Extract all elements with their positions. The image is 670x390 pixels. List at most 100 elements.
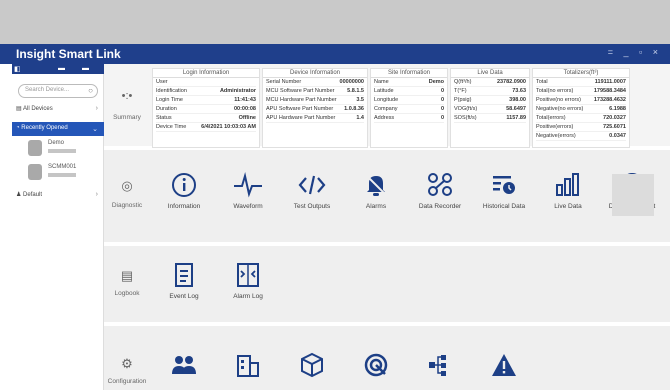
panel-title: Device Information	[263, 69, 367, 78]
panel-title: Login Information	[153, 69, 259, 78]
info-row: Positive(no errors) 173288.4632	[536, 97, 626, 105]
tool-data-recorder[interactable]: Data Recorder	[408, 170, 472, 210]
info-row: Total 119111.0007	[536, 79, 626, 87]
cube-icon	[280, 350, 344, 380]
target-icon	[344, 350, 408, 380]
section-label: Diagnostic	[111, 202, 143, 209]
summary-icon: •:•	[121, 90, 133, 102]
logbook-icon: ▤	[120, 268, 134, 283]
tool-target[interactable]	[344, 350, 408, 380]
tool-historical-data[interactable]: Historical Data	[472, 170, 536, 210]
tool-waveform[interactable]: Waveform	[216, 170, 280, 210]
tool-test-outputs[interactable]: Test Outputs	[280, 170, 344, 210]
tool-alarm-log[interactable]: Alarm Log	[216, 260, 280, 300]
search-placeholder: Search Device...	[25, 87, 70, 93]
panel-title: Site Information	[371, 69, 447, 78]
waveform-icon	[216, 170, 280, 200]
device-icon	[28, 140, 42, 156]
info-row: Total(errors) 720.0327	[536, 115, 626, 123]
users-icon	[152, 350, 216, 380]
live-data-panel: Live Data Q(ft³/h) 23782.0900 T(°F) 73.63 …	[450, 68, 530, 148]
device-subtitle	[48, 173, 76, 177]
app-title: Insight Smart Link	[16, 47, 121, 61]
sidebar-toolbar: ◧ ▬ ▬	[12, 64, 104, 74]
info-row: Address 0	[374, 115, 444, 123]
logbook-section: ▤ Logbook Event Log Alarm Log	[104, 246, 670, 322]
hierarchy-icon	[408, 350, 472, 380]
alarm-log-icon	[216, 260, 280, 290]
login-information-panel: Login Information User Identification Adm…	[152, 68, 260, 148]
tool-event-log[interactable]: Event Log	[152, 260, 216, 300]
section-label: Summary	[113, 114, 141, 121]
window-controls[interactable]: = _ ▫ ×	[608, 47, 662, 57]
tool-site[interactable]	[216, 350, 280, 380]
info-row: Longitude 0	[374, 97, 444, 105]
tool-label: Information	[167, 203, 201, 210]
sidebar-item-recently-opened[interactable]: ◔ Recently Opened ⌄	[12, 122, 104, 136]
tool-label: Alarms	[365, 203, 387, 210]
tool-warning[interactable]	[472, 350, 536, 380]
device-search-input[interactable]: Search Device... ○	[18, 84, 98, 98]
device-icon	[28, 164, 42, 180]
tool-label: Waveform	[233, 203, 263, 210]
nodes-icon	[408, 170, 472, 200]
info-row: MCU Hardware Part Number 3.5	[266, 97, 364, 105]
tool-device[interactable]	[280, 350, 344, 380]
tool-label: Live Data	[554, 203, 582, 210]
tool-label: Test Outputs	[293, 203, 331, 210]
info-row: Positive(errors) 725.6071	[536, 124, 626, 132]
device-subtitle	[48, 149, 76, 153]
tool-label: Event Log	[169, 293, 199, 300]
info-row: Serial Number 00000000	[266, 79, 364, 87]
tool-label: Data Recorder	[418, 203, 462, 210]
sidebar-item-default[interactable]: ♟ Default ›	[12, 188, 104, 202]
connect-icon[interactable]: ◧	[14, 65, 21, 73]
device-item-demo[interactable]: Demo	[28, 138, 102, 160]
info-row: Device Time 6/4/2021 10:03:03 AM	[156, 124, 256, 132]
configuration-section: ⚙ Configuration	[104, 326, 670, 390]
tool-hierarchy[interactable]	[408, 350, 472, 380]
sidebar-item-label: All Devices	[23, 106, 53, 112]
info-row: P(psig) 398.00	[454, 97, 526, 105]
person-icon: ♟	[16, 192, 24, 198]
device-name: Demo	[48, 140, 65, 146]
info-row: MCU Software Part Number 5.8.1.5	[266, 88, 364, 96]
info-row: Q(ft³/h) 23782.0900	[454, 79, 526, 87]
tool-label: Alarm Log	[233, 293, 263, 300]
info-row: Name Demo	[374, 79, 444, 87]
empty-tile	[612, 174, 654, 216]
device-item-scmm001[interactable]: SCMM001	[28, 162, 102, 184]
warning-icon	[472, 350, 536, 380]
chevron-right-icon: ›	[95, 105, 98, 112]
tool-live-data[interactable]: Live Data	[536, 170, 600, 210]
sidebar: ◧ ▬ ▬ Search Device... ○ ▤ All Devices ›…	[12, 64, 104, 390]
diagnostic-icon: ◎	[121, 178, 133, 193]
title-bar: Insight Smart Link = _ ▫ ×	[0, 44, 670, 64]
tool-users[interactable]	[152, 350, 216, 380]
info-row: SOS(ft/s) 1157.89	[454, 115, 526, 123]
info-row: Status Offline	[156, 115, 256, 123]
list-icon: ▤	[16, 106, 24, 112]
tool-alarms[interactable]: Alarms	[344, 170, 408, 210]
summary-section: •:• Summary Login Information User Ident…	[104, 64, 670, 148]
info-icon	[152, 170, 216, 200]
bell-icon	[344, 170, 408, 200]
minus-icon[interactable]: ▬	[58, 65, 65, 73]
sidebar-item-all-devices[interactable]: ▤ All Devices ›	[12, 102, 104, 116]
tool-information[interactable]: Information	[152, 170, 216, 210]
code-icon	[280, 170, 344, 200]
building-icon	[216, 350, 280, 380]
info-row: Negative(no errors) 6.1988	[536, 106, 626, 114]
configuration-icon: ⚙	[121, 356, 133, 371]
info-row: Company 0	[374, 106, 444, 114]
search-icon[interactable]: ○	[88, 86, 93, 95]
info-row: Identification Administrator	[156, 88, 256, 96]
bar-chart-icon	[536, 170, 600, 200]
chevron-down-icon: ⌄	[92, 126, 98, 133]
add-icon[interactable]: ▬	[82, 65, 89, 73]
info-row: Login Time 11:41:43	[156, 97, 256, 105]
diagnostic-section: ◎ Diagnostic Information Waveform Test O…	[104, 150, 670, 242]
history-icon	[472, 170, 536, 200]
chevron-right-icon: ›	[95, 191, 98, 198]
device-name: SCMM001	[48, 164, 77, 170]
